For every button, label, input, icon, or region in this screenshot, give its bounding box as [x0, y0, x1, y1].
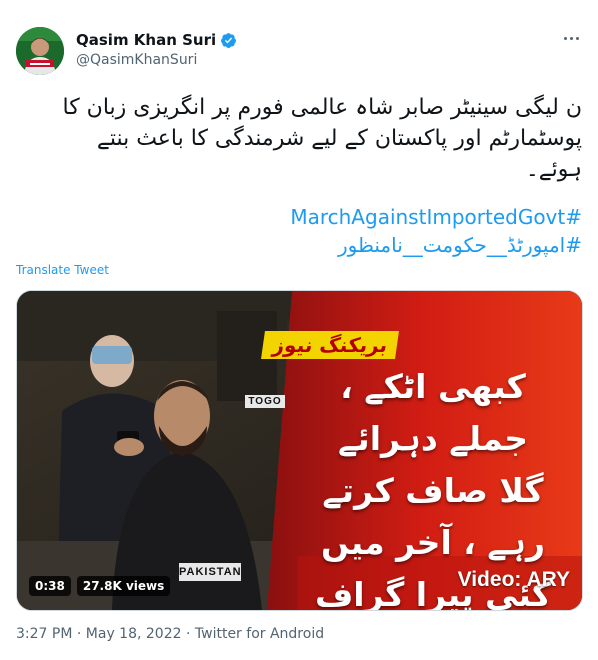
video-view-count: 27.8K views — [76, 576, 171, 596]
caption-line: کبھی اٹکے ، جملے دہرائے — [337, 367, 529, 458]
more-options-icon[interactable] — [558, 28, 584, 48]
meta-separator: · — [185, 626, 191, 642]
verified-badge-icon — [220, 32, 237, 49]
video-player[interactable]: TOGO PAKISTAN بریکنگ نیوز کبھی اٹکے ، جم… — [16, 290, 583, 611]
author-handle[interactable]: @QasimKhanSuri — [76, 52, 197, 68]
caption-line: گلا صاف کرتے رہے ، آخر میں — [321, 471, 545, 562]
author-name-row[interactable]: Qasim Khan Suri — [76, 31, 237, 49]
avatar[interactable] — [16, 27, 64, 75]
meta-separator: · — [76, 626, 82, 642]
tweet-date[interactable]: May 18, 2022 — [86, 626, 182, 642]
translate-tweet-link[interactable]: Translate Tweet — [16, 263, 109, 277]
display-name[interactable]: Qasim Khan Suri — [76, 31, 216, 49]
video-duration: 0:38 — [29, 576, 71, 596]
video-badges: 0:38 27.8K views — [29, 576, 171, 596]
tweet-text-line: پوسٹمارٹم اور پاکستان کے لیے شرمندگی کا … — [96, 126, 582, 151]
hashtag-link[interactable]: #MarchAgainstImportedGovt — [290, 203, 582, 231]
hashtags: #MarchAgainstImportedGovt #امپورٹڈ__حکوم… — [290, 203, 582, 259]
tweet-text-line: ہوئے۔ — [525, 157, 582, 182]
country-sign-pakistan: PAKISTAN — [179, 563, 241, 581]
country-sign-togo: TOGO — [245, 395, 285, 408]
breaking-news-tag: بریکنگ نیوز — [260, 331, 399, 359]
tweet-time[interactable]: 3:27 PM — [16, 626, 72, 642]
hashtag-link[interactable]: #امپورٹڈ__حکومت__نامنظور — [290, 231, 582, 259]
tweet-text-line: ن لیگی سینیٹر صابر شاہ عالمی فورم پر انگ… — [62, 95, 582, 120]
tweet-card: Qasim Khan Suri @QasimKhanSuri ن لیگی سی… — [0, 0, 598, 660]
video-credit: Video: ARY — [457, 568, 570, 591]
tweet-metadata: 3:27 PM · May 18, 2022 · Twitter for And… — [16, 626, 324, 642]
tweet-text: ن لیگی سینیٹر صابر شاہ عالمی فورم پر انگ… — [16, 92, 582, 185]
tweet-source[interactable]: Twitter for Android — [195, 626, 324, 642]
